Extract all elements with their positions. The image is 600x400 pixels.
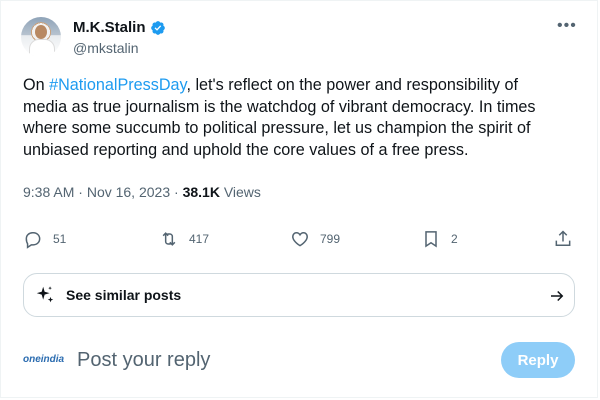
views-count: 38.1K bbox=[182, 184, 220, 200]
meta-separator-2: · bbox=[170, 184, 183, 200]
tweet-prefix: On bbox=[23, 76, 50, 94]
author-name[interactable]: M.K.Stalin bbox=[73, 19, 146, 36]
like-count: 799 bbox=[320, 232, 341, 246]
avatar-body bbox=[29, 39, 55, 57]
share-button[interactable] bbox=[553, 229, 573, 249]
avatar-head bbox=[35, 25, 47, 39]
like-button[interactable]: 799 bbox=[290, 229, 340, 249]
share-icon bbox=[555, 230, 571, 246]
author-handle[interactable]: @mkstalin bbox=[73, 40, 139, 56]
reply-submit-button[interactable]: Reply bbox=[501, 342, 575, 378]
views-label: Views bbox=[219, 184, 261, 200]
tweet-meta: 9:38 AM · Nov 16, 2023 · 38.1K Views bbox=[23, 184, 261, 200]
tweet-time[interactable]: 9:38 AM bbox=[23, 184, 74, 200]
repost-icon bbox=[162, 232, 176, 246]
verified-icon bbox=[150, 20, 165, 35]
tweet-line-1: On #NationalPressDay, let's reflect on t… bbox=[23, 75, 583, 97]
tweet-text: On #NationalPressDay, let's reflect on t… bbox=[23, 75, 583, 161]
tweet-date[interactable]: Nov 16, 2023 bbox=[87, 184, 170, 200]
sparkle-icon bbox=[36, 286, 54, 303]
like-icon bbox=[292, 231, 308, 247]
action-bar: 51 417 799 2 bbox=[23, 229, 579, 253]
more-icon[interactable]: ••• bbox=[557, 17, 577, 35]
tweet-line-3: where some succumb to political pressure… bbox=[23, 119, 531, 137]
repost-count: 417 bbox=[189, 232, 210, 246]
author-name-row: M.K.Stalin bbox=[73, 19, 166, 36]
bookmark-icon bbox=[425, 231, 437, 248]
see-similar-posts-button[interactable]: See similar posts bbox=[23, 273, 575, 317]
reply-button[interactable]: 51 bbox=[23, 229, 66, 249]
tweet-card: M.K.Stalin @mkstalin ••• On #NationalPre… bbox=[0, 0, 598, 398]
reply-input[interactable]: Post your reply bbox=[77, 349, 210, 372]
hashtag-link[interactable]: #NationalPressDay bbox=[49, 76, 186, 94]
reply-count: 51 bbox=[53, 232, 67, 246]
tweet-line-2: media as true journalism is the watchdog… bbox=[23, 97, 536, 116]
tweet-line-1-rest: , let's reflect on the power and respons… bbox=[186, 76, 518, 94]
see-similar-posts-label: See similar posts bbox=[66, 287, 182, 303]
avatar[interactable] bbox=[21, 17, 61, 57]
tweet-line-4: unbiased reporting and uphold the core v… bbox=[23, 140, 469, 159]
bookmark-button[interactable]: 2 bbox=[421, 229, 458, 249]
oneindia-logo: oneindia bbox=[23, 354, 65, 365]
arrow-right-icon bbox=[551, 290, 564, 302]
meta-separator: · bbox=[74, 184, 87, 200]
bookmark-count: 2 bbox=[451, 232, 458, 246]
reply-icon bbox=[25, 232, 41, 249]
repost-button[interactable]: 417 bbox=[159, 229, 209, 249]
